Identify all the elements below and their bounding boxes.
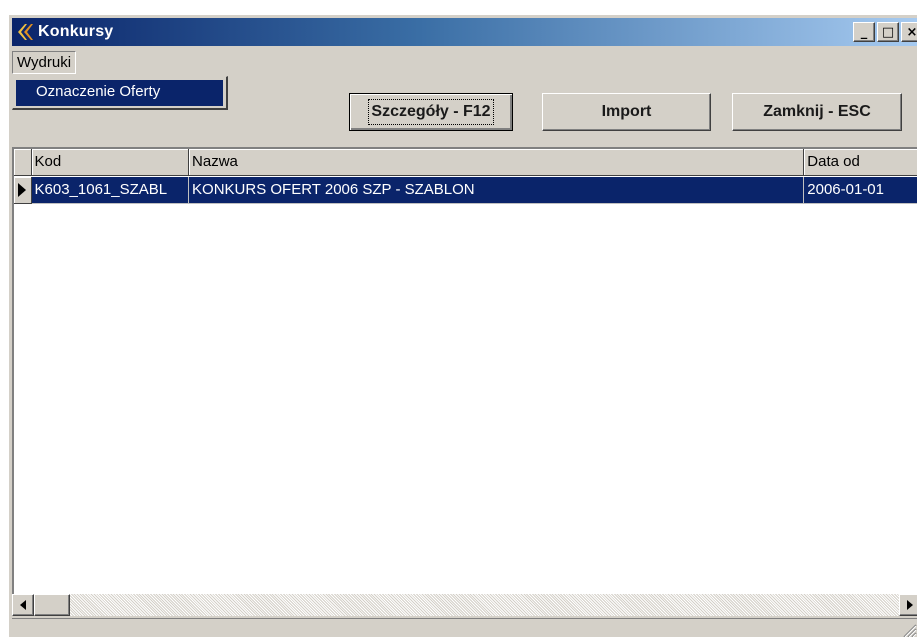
menu-bar: Wydruki <box>12 50 77 74</box>
import-button-label: Import <box>601 103 652 120</box>
cell-kod[interactable]: K603_1061_SZABL <box>31 177 190 204</box>
minimize-button[interactable]: _ <box>853 22 875 42</box>
konkursy-grid[interactable]: Kod Nazwa Data od K603_1061_SZABL KONKUR… <box>12 147 917 609</box>
current-row-arrow-icon <box>18 183 27 197</box>
konkursy-window: Konkursy _ □ × Wydruki Oznaczenie Oferty… <box>8 14 917 637</box>
grid-header: Kod Nazwa Data od <box>14 149 917 176</box>
menu-item-oznaczenie-oferty[interactable]: Oznaczenie Oferty <box>16 80 223 106</box>
arrow-left-icon <box>20 600 26 610</box>
close-window-button-label: Zamknij - ESC <box>763 103 871 120</box>
column-header-nazwa[interactable]: Nazwa <box>189 149 805 176</box>
column-header-kod[interactable]: Kod <box>31 149 190 176</box>
status-bar <box>12 618 917 637</box>
scroll-thumb[interactable] <box>34 594 70 616</box>
header-indicator-cell <box>14 149 32 176</box>
maximize-icon: □ <box>881 24 895 40</box>
horizontal-scrollbar[interactable] <box>12 594 917 616</box>
row-indicator <box>14 177 32 204</box>
details-button-label: Szczegóły - F12 <box>368 99 494 125</box>
close-icon: × <box>906 24 917 40</box>
minimize-icon: _ <box>860 24 868 40</box>
column-header-data-od[interactable]: Data od <box>804 149 917 176</box>
title-bar[interactable]: Konkursy _ □ × <box>12 18 917 46</box>
window-title: Konkursy <box>38 23 114 40</box>
scroll-right-button[interactable] <box>899 594 917 616</box>
table-row[interactable]: K603_1061_SZABL KONKURS OFERT 2006 SZP -… <box>14 177 917 204</box>
size-grip-icon[interactable] <box>901 622 917 637</box>
scroll-left-button[interactable] <box>12 594 34 616</box>
wydruki-dropdown: Oznaczenie Oferty <box>12 76 228 110</box>
app-icon <box>16 22 36 42</box>
cell-data-od[interactable]: 2006-01-01 <box>804 177 917 204</box>
caption-buttons: _ □ × <box>853 22 917 42</box>
import-button[interactable]: Import <box>542 93 711 131</box>
maximize-button[interactable]: □ <box>877 22 899 42</box>
close-button[interactable]: × <box>901 22 917 42</box>
close-window-button[interactable]: Zamknij - ESC <box>732 93 902 131</box>
menu-wydruki[interactable]: Wydruki <box>12 50 77 74</box>
details-button[interactable]: Szczegóły - F12 <box>349 93 513 131</box>
arrow-right-icon <box>907 600 913 610</box>
cell-nazwa[interactable]: KONKURS OFERT 2006 SZP - SZABLON <box>189 177 805 204</box>
